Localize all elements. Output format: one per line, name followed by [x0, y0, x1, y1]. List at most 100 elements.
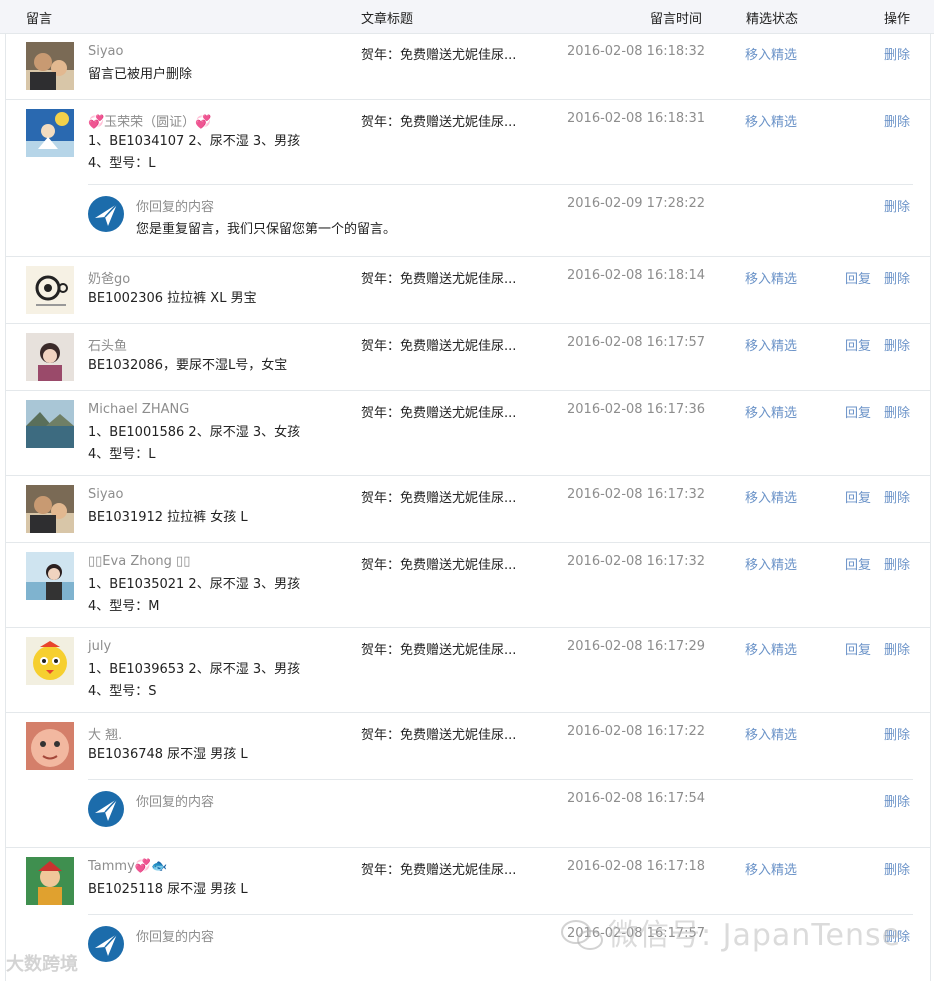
delete-button[interactable]: 删除 [884, 639, 910, 658]
delete-button[interactable]: 删除 [884, 44, 910, 63]
comment-time: 2016-02-08 16:17:18 [567, 859, 706, 874]
reply-label: 你回复的内容 [136, 930, 215, 945]
comment-text: BE1032086，要尿不湿L号，女宝 [88, 358, 288, 373]
delete-button[interactable]: 删除 [884, 335, 910, 354]
article-title[interactable]: 贺年：免费赠送尤妮佳尿... [361, 402, 516, 421]
nickname: 💞玉荣荣（圆证）💞 [88, 115, 212, 130]
header-article: 文章标题 [361, 12, 414, 27]
avatar [26, 485, 74, 533]
reply-time: 2016-02-09 17:28:22 [567, 196, 706, 211]
header-message: 留言 [26, 12, 53, 27]
delete-button[interactable]: 删除 [884, 111, 910, 130]
avatar [26, 637, 74, 685]
comment-text: BE1031912 拉拉裤 女孩 L [88, 510, 248, 525]
reply-button[interactable]: 回复 [845, 335, 871, 354]
reply-divider [88, 184, 913, 185]
avatar [26, 109, 74, 157]
featured-button[interactable]: 移入精选 [745, 44, 797, 63]
header-time: 留言时间 [650, 12, 703, 27]
article-title[interactable]: 贺年：免费赠送尤妮佳尿... [361, 859, 516, 878]
avatar [26, 42, 74, 90]
nickname: Tammy💞🐟 [88, 859, 168, 874]
header-featured: 精选状态 [746, 12, 799, 27]
comment-time: 2016-02-08 16:17:32 [567, 487, 706, 502]
article-title[interactable]: 贺年：免费赠送尤妮佳尿... [361, 268, 516, 287]
comment-row: 奶爸go BE1002306 拉拉裤 XL 男宝 贺年：免费赠送尤妮佳尿... … [6, 257, 930, 324]
comment-row: 大 翘. BE1036748 尿不湿 男孩 L 贺年：免费赠送尤妮佳尿... 2… [6, 713, 930, 848]
delete-button[interactable]: 删除 [884, 724, 910, 743]
featured-button[interactable]: 移入精选 [745, 639, 797, 658]
logo: 大数跨境 [6, 954, 78, 975]
featured-button[interactable]: 移入精选 [745, 268, 797, 287]
reply-button[interactable]: 回复 [845, 639, 871, 658]
comment-time: 2016-02-08 16:18:31 [567, 111, 706, 126]
reply-button[interactable]: 回复 [845, 402, 871, 421]
comment-text: 留言已被用户删除 [88, 67, 193, 82]
comment-time: 2016-02-08 16:17:29 [567, 639, 706, 654]
delete-button[interactable]: 删除 [884, 402, 910, 421]
comment-row: ▯▯Eva Zhong ▯▯ 1、BE1035021 2、尿不湿 3、男孩 4、… [6, 543, 930, 628]
article-title[interactable]: 贺年：免费赠送尤妮佳尿... [361, 487, 516, 506]
comment-time: 2016-02-08 16:18:32 [567, 44, 706, 59]
comment-text: BE1036748 尿不湿 男孩 L [88, 747, 248, 762]
comment-row: 石头鱼 BE1032086，要尿不湿L号，女宝 贺年：免费赠送尤妮佳尿... 2… [6, 324, 930, 391]
delete-button[interactable]: 删除 [884, 268, 910, 287]
reply-label: 你回复的内容 [136, 200, 215, 215]
comment-text: 1、BE1034107 2、尿不湿 3、男孩 4、型号：L [88, 134, 301, 171]
delete-button[interactable]: 删除 [884, 554, 910, 573]
avatar [26, 400, 74, 448]
reply-avatar [88, 926, 124, 962]
delete-button[interactable]: 删除 [884, 487, 910, 506]
featured-button[interactable]: 移入精选 [745, 335, 797, 354]
comment-row: july 1、BE1039653 2、尿不湿 3、男孩 4、型号：S 贺年：免费… [6, 628, 930, 713]
comment-time: 2016-02-08 16:17:57 [567, 335, 706, 350]
article-title[interactable]: 贺年：免费赠送尤妮佳尿... [361, 335, 516, 354]
featured-button[interactable]: 移入精选 [745, 859, 797, 878]
comment-row: Michael ZHANG 1、BE1001586 2、尿不湿 3、女孩 4、型… [6, 391, 930, 476]
comment-text: 1、BE1035021 2、尿不湿 3、男孩 4、型号：M [88, 577, 301, 614]
nickname: Siyao [88, 44, 124, 59]
nickname: Siyao [88, 487, 124, 502]
reply-avatar [88, 196, 124, 232]
delete-reply-button[interactable]: 删除 [884, 196, 910, 215]
avatar [26, 266, 74, 314]
avatar [26, 552, 74, 600]
comment-row: Siyao BE1031912 拉拉裤 女孩 L 贺年：免费赠送尤妮佳尿... … [6, 476, 930, 543]
comment-row: 💞玉荣荣（圆证）💞 1、BE1034107 2、尿不湿 3、男孩 4、型号：L … [6, 100, 930, 257]
nickname: Michael ZHANG [88, 402, 190, 417]
avatar [26, 722, 74, 770]
article-title[interactable]: 贺年：免费赠送尤妮佳尿... [361, 44, 516, 63]
reply-avatar [88, 791, 124, 827]
reply-button[interactable]: 回复 [845, 554, 871, 573]
comment-text: BE1025118 尿不湿 男孩 L [88, 882, 248, 897]
reply-label: 你回复的内容 [136, 795, 215, 810]
reply-button[interactable]: 回复 [845, 487, 871, 506]
table-header: 留言 文章标题 留言时间 精选状态 操作 [0, 0, 934, 34]
nickname: ▯▯Eva Zhong ▯▯ [88, 554, 191, 569]
featured-button[interactable]: 移入精选 [745, 402, 797, 421]
nickname: july [88, 639, 112, 654]
comment-text: 1、BE1001586 2、尿不湿 3、女孩 4、型号：L [88, 425, 301, 462]
nickname: 大 翘. [88, 728, 123, 743]
delete-button[interactable]: 删除 [884, 859, 910, 878]
avatar [26, 857, 74, 905]
comment-time: 2016-02-08 16:17:22 [567, 724, 706, 739]
comment-time: 2016-02-08 16:17:32 [567, 554, 706, 569]
article-title[interactable]: 贺年：免费赠送尤妮佳尿... [361, 554, 516, 573]
featured-button[interactable]: 移入精选 [745, 111, 797, 130]
nickname: 石头鱼 [88, 339, 128, 354]
reply-time: 2016-02-08 16:17:54 [567, 791, 706, 806]
reply-button[interactable]: 回复 [845, 268, 871, 287]
nickname: 奶爸go [88, 272, 131, 287]
delete-reply-button[interactable]: 删除 [884, 791, 910, 810]
wechat-icon [560, 918, 604, 956]
featured-button[interactable]: 移入精选 [745, 554, 797, 573]
featured-button[interactable]: 移入精选 [745, 724, 797, 743]
article-title[interactable]: 贺年：免费赠送尤妮佳尿... [361, 724, 516, 743]
featured-button[interactable]: 移入精选 [745, 487, 797, 506]
article-title[interactable]: 贺年：免费赠送尤妮佳尿... [361, 111, 516, 130]
reply-text: 您是重复留言，我们只保留您第一个的留言。 [136, 222, 397, 237]
comment-time: 2016-02-08 16:17:36 [567, 402, 706, 417]
watermark-text: 微信号: JapanTense [608, 918, 902, 953]
article-title[interactable]: 贺年：免费赠送尤妮佳尿... [361, 639, 516, 658]
